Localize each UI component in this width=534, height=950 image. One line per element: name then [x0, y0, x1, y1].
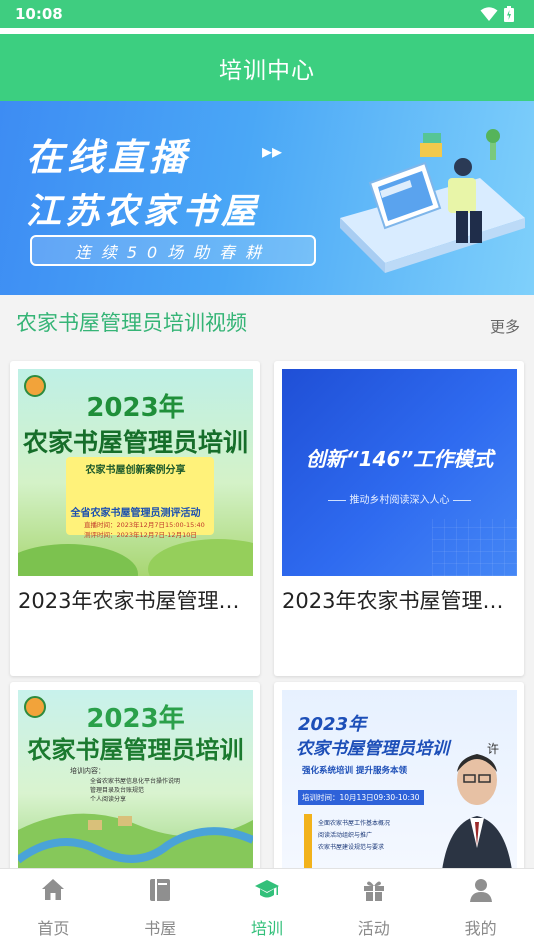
video-card[interactable]: 创新“146”工作模式 推动乡村阅读深入人心 2023年农家书屋管理员培训	[274, 361, 524, 676]
thumb-date: 培训时间：10月13日09:30-10:30	[298, 790, 424, 805]
section-header: 农家书屋管理员培训视频 更多	[0, 295, 534, 342]
thumb-headline: 创新“146”工作模式	[305, 447, 494, 471]
battery-icon	[504, 6, 514, 22]
live-banner[interactable]: 在线直播 ▸▸ 江苏农家书屋 连续50场助春耕	[0, 101, 534, 295]
video-title: 2023年农家书屋管理员培训	[18, 589, 256, 613]
speaker-photo	[441, 754, 513, 878]
banner-line2: 江苏农家书屋	[26, 192, 261, 232]
graduation-cap-icon	[254, 880, 279, 898]
status-icons	[480, 6, 520, 22]
thumb-headline: 农家书屋管理员培训	[296, 739, 449, 759]
page-title: 培训中心	[219, 57, 315, 84]
thumb-hill	[148, 539, 253, 576]
thumb-date-live: 直播时间：2023年12月7日15:00-15:40	[84, 521, 205, 529]
thumb-subtitle: 培训内容：	[70, 767, 105, 775]
thumb-logo	[24, 375, 46, 397]
video-thumbnail: 创新“146”工作模式 推动乡村阅读深入人心	[282, 369, 517, 576]
thumb-course-tag	[304, 814, 312, 874]
video-card[interactable]: 2023年 农家书屋管理员培训 农家书屋创新案例分享 全省农家书屋管理员测评活动…	[10, 361, 260, 676]
thumb-hill	[18, 544, 138, 576]
video-thumbnail: 2023年 农家书屋管理员培训 培训内容： 全省农家书屋信息化平台操作说明 管理…	[18, 690, 253, 882]
video-thumbnail: 2023年 农家书屋管理员培训 强化系统培训 提升服务本领 培训时间：10月13…	[282, 690, 517, 882]
home-icon	[42, 879, 65, 900]
status-time: 10:08	[15, 5, 63, 23]
nav-label: 我的	[464, 919, 497, 938]
user-icon	[469, 879, 492, 902]
nav-label: 培训	[250, 919, 283, 938]
thumb-year: 2023年	[298, 714, 367, 735]
nav-label: 首页	[37, 919, 70, 938]
title-bar: 培训中心	[0, 34, 534, 101]
thumb-item: 全面农家书屋工作基本概况	[318, 820, 391, 827]
banner-subtitle: 连续50场助春耕	[30, 235, 316, 266]
nav-activity[interactable]: 活动	[320, 869, 427, 950]
video-card[interactable]: 2023年 农家书屋管理员培训 强化系统培训 提升服务本领 培训时间：10月13…	[274, 682, 524, 882]
nav-home[interactable]: 首页	[0, 869, 107, 950]
play-arrow-icon: ▸▸	[262, 139, 283, 163]
thumb-headline: 农家书屋管理员培训	[22, 428, 248, 457]
thumb-headline: 农家书屋管理员培训	[27, 736, 244, 764]
thumb-item: 阅读活动组织与推广	[318, 832, 373, 839]
bottom-nav: 首页 书屋 培训 活动 我的	[0, 868, 534, 950]
nav-label: 书屋	[144, 919, 177, 938]
thumb-highlight: 全省农家书屋管理员测评活动	[70, 508, 201, 519]
banner-line1: 在线直播	[26, 136, 190, 179]
video-thumbnail: 2023年 农家书屋管理员培训 农家书屋创新案例分享 全省农家书屋管理员测评活动…	[18, 369, 253, 576]
nav-profile[interactable]: 我的	[427, 869, 534, 950]
book-icon	[150, 879, 171, 901]
thumb-subtitle: 推动乡村阅读深入人心	[322, 491, 477, 506]
nav-library[interactable]: 书屋	[107, 869, 214, 950]
thumb-date-test: 测评时间：2023年12月7日-12月10日	[84, 531, 197, 539]
thumb-year: 2023年	[86, 393, 185, 423]
thumb-item: 农家书屋建设规范与要求	[318, 844, 385, 851]
nav-training[interactable]: 培训	[214, 869, 321, 950]
speaker-name: 许	[487, 742, 500, 756]
thumb-item: 全省农家书屋信息化平台操作说明	[90, 778, 181, 785]
status-bar: 10:08	[0, 0, 534, 28]
more-link[interactable]: 更多	[490, 316, 520, 337]
gift-icon	[363, 881, 384, 901]
video-title: 2023年农家书屋管理员培训	[282, 589, 520, 613]
nav-label: 活动	[357, 919, 390, 938]
thumb-landscape	[18, 813, 253, 880]
online-study-illustration	[340, 129, 525, 273]
video-card[interactable]: 2023年 农家书屋管理员培训 培训内容： 全省农家书屋信息化平台操作说明 管理…	[10, 682, 260, 882]
thumb-grid-deco	[432, 519, 517, 576]
wifi-icon	[480, 7, 498, 21]
section-title: 农家书屋管理员培训视频	[16, 311, 247, 335]
thumb-logo	[24, 696, 46, 718]
thumb-subtitle: 强化系统培训 提升服务本领	[302, 766, 407, 776]
thumb-subtitle: 农家书屋创新案例分享	[85, 465, 186, 476]
